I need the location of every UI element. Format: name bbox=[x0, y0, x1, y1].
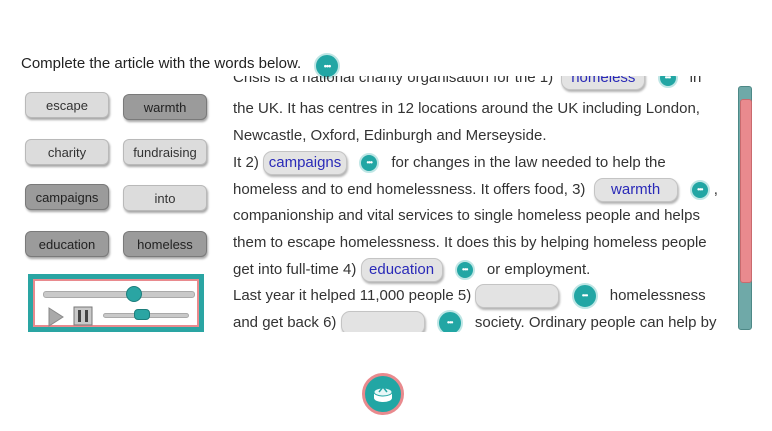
gap-2-audio-button[interactable]: ••• bbox=[359, 153, 380, 174]
word-tile-into[interactable]: into bbox=[123, 185, 207, 211]
pause-icon[interactable] bbox=[73, 306, 93, 326]
word-tile-charity[interactable]: charity bbox=[25, 139, 109, 165]
gap-5-audio-button[interactable]: ••• bbox=[571, 283, 598, 310]
word-tile-warmth[interactable]: warmth bbox=[123, 94, 207, 120]
ellipsis-icon: ••• bbox=[462, 264, 468, 274]
word-tile-homeless[interactable]: homeless bbox=[123, 231, 207, 257]
article-line: get into full-time 4) education ••• or e… bbox=[233, 257, 590, 284]
gap-1[interactable]: homeless bbox=[561, 76, 646, 91]
word-tile-campaigns[interactable]: campaigns bbox=[25, 184, 109, 210]
ellipsis-icon: ••• bbox=[697, 184, 703, 194]
gap-1-audio-button[interactable]: ••• bbox=[657, 76, 678, 89]
ellipsis-icon: ••• bbox=[447, 317, 453, 327]
article-text-segment: get into full-time 4) bbox=[233, 261, 357, 278]
article-text-segment: Last year it helped 11,000 people 5) bbox=[233, 287, 472, 304]
article-text-segment: or employment. bbox=[486, 261, 591, 278]
ellipsis-icon: ••• bbox=[664, 76, 671, 82]
article-line: Crisis is a national charity organisatio… bbox=[233, 76, 701, 92]
article-text-segment: society. Ordinary people can help by bbox=[474, 314, 717, 331]
ellipsis-icon: ••• bbox=[323, 61, 332, 71]
gap-2[interactable]: campaigns bbox=[263, 151, 348, 176]
progress-knob[interactable] bbox=[126, 286, 142, 302]
article-line: Newcastle, Oxford, Edinburgh and Merseys… bbox=[233, 127, 547, 144]
article-text-segment: homeless and to end homelessness. It off… bbox=[233, 181, 586, 198]
volume-knob[interactable] bbox=[133, 309, 150, 320]
article-text-segment: It 2) bbox=[233, 154, 259, 171]
gap-3[interactable]: warmth bbox=[593, 178, 678, 203]
article-text-segment: , bbox=[713, 181, 718, 198]
play-icon[interactable] bbox=[45, 306, 67, 328]
article-text: Crisis is a national charity organisatio… bbox=[233, 76, 728, 332]
article-line: companionship and vital services to sing… bbox=[233, 207, 700, 224]
word-tile-fundraising[interactable]: fundraising bbox=[123, 139, 207, 165]
article-line: them to escape homelessness. It does thi… bbox=[233, 234, 707, 251]
audio-player bbox=[28, 274, 204, 332]
article-line: the UK. It has centres in 12 locations a… bbox=[233, 100, 700, 117]
gap-6-audio-button[interactable]: ••• bbox=[436, 310, 463, 332]
gap-6[interactable] bbox=[340, 311, 425, 332]
scrollbar-thumb[interactable] bbox=[740, 99, 752, 283]
ellipsis-icon: ••• bbox=[366, 157, 372, 167]
article-line: homeless and to end homelessness. It off… bbox=[233, 177, 718, 204]
progress-track[interactable] bbox=[43, 291, 195, 298]
article-line: Last year it helped 11,000 people 5) •••… bbox=[233, 283, 706, 310]
gap-3-audio-button[interactable]: ••• bbox=[689, 180, 710, 201]
ellipsis-icon: ••• bbox=[581, 290, 588, 300]
word-tile-education[interactable]: education bbox=[25, 231, 109, 257]
audio-player-panel bbox=[33, 279, 199, 327]
article-text-segment: and get back 6) bbox=[233, 314, 337, 331]
gap-5[interactable] bbox=[475, 284, 560, 309]
instruction-text: Complete the article with the words belo… bbox=[21, 55, 302, 72]
article-text-segment: for changes in the law needed to help th… bbox=[391, 154, 666, 171]
gap-4-audio-button[interactable]: ••• bbox=[454, 260, 475, 281]
gap-4[interactable]: education bbox=[360, 258, 443, 283]
article-line: and get back 6) ••• society. Ordinary pe… bbox=[233, 310, 716, 332]
article-text-segment: in bbox=[689, 76, 702, 86]
article-line: It 2) campaigns ••• for changes in the l… bbox=[233, 150, 666, 177]
article-text-segment: homelessness bbox=[609, 287, 706, 304]
article-text-segment: Crisis is a national charity organisatio… bbox=[233, 76, 554, 86]
home-icon bbox=[373, 385, 393, 402]
word-tile-escape[interactable]: escape bbox=[25, 92, 109, 118]
article-scrollbar[interactable] bbox=[738, 86, 752, 330]
home-button[interactable] bbox=[362, 373, 404, 415]
